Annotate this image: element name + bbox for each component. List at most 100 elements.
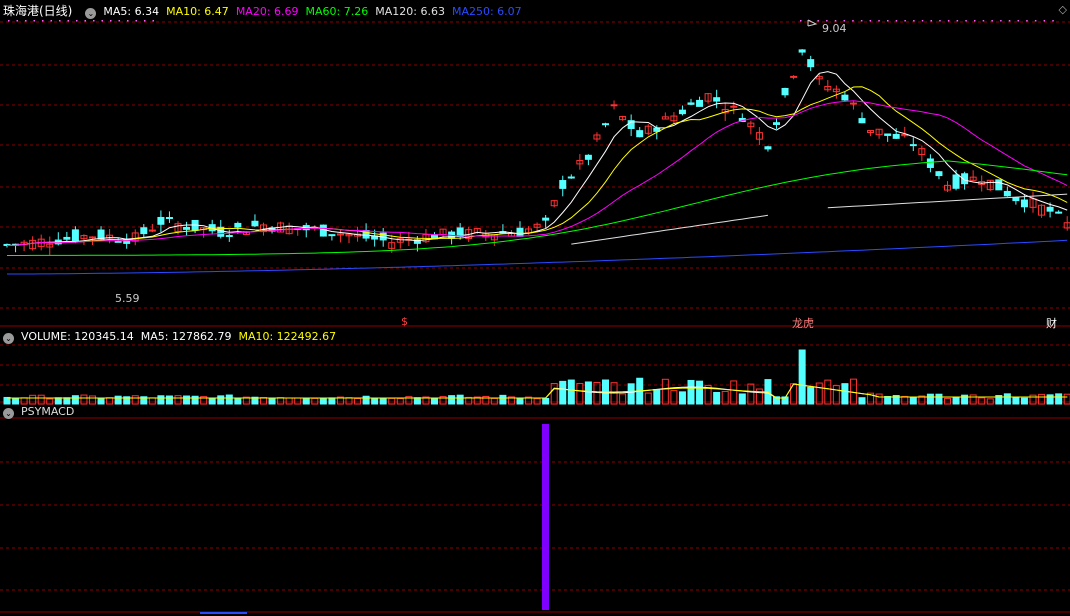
volume-bar (901, 395, 909, 405)
volume-bar (157, 395, 165, 405)
ma5-line (6, 71, 1068, 246)
low-price-label: 5.59 (115, 292, 140, 305)
volume-bar (832, 385, 840, 405)
ma5-label: MA5: 6.34 (103, 5, 160, 18)
signal-dot (42, 20, 44, 22)
volume-bar (944, 397, 951, 405)
signal-dot (991, 20, 993, 22)
volume-bar (29, 394, 37, 405)
candle-body (841, 94, 849, 101)
volume-bar (165, 395, 173, 405)
candle-body (1020, 199, 1028, 208)
signal-dot (878, 20, 880, 22)
volume-bar (106, 397, 114, 405)
volume-bar (678, 391, 686, 405)
volume-bar (986, 398, 994, 405)
signal-dot (1034, 20, 1037, 22)
signal-dot (25, 20, 27, 22)
volume-bar (1055, 393, 1063, 405)
volume-bar (148, 397, 156, 405)
volume-bar (935, 393, 943, 405)
signal-dot (76, 20, 78, 22)
volume-bar (431, 398, 438, 405)
volume-bar (696, 380, 704, 405)
signal-dot (1008, 20, 1011, 22)
signal-dot (921, 20, 924, 22)
signal-dot (817, 20, 819, 22)
main-header: 珠海港(日线) ⌄ MA5: 6.34 MA10: 6.47 MA20: 6.69 MA6… (0, 3, 529, 19)
volume-bar (815, 382, 823, 405)
volume-bar (550, 383, 558, 405)
candle-body (798, 49, 806, 53)
indicator-settings-icon[interactable]: ⌄ (85, 8, 97, 19)
candle-body (790, 75, 798, 78)
candle-body (730, 105, 738, 108)
candle-body (183, 226, 191, 230)
signal-dot (947, 20, 950, 22)
diamond-icon[interactable]: ◇ (1059, 3, 1067, 16)
volume-bar (319, 397, 327, 405)
volume-ma10-label: MA10: 122492.67 (238, 330, 337, 343)
event-marker-1[interactable]: $ (401, 315, 408, 328)
candle-body (63, 236, 71, 240)
volume-bar (713, 391, 721, 405)
volume-bar (687, 379, 695, 405)
ma250-line (7, 239, 1068, 275)
volume-bar (208, 398, 216, 405)
candle-body (516, 227, 524, 237)
candle-body (71, 229, 79, 242)
signal-dot (1000, 20, 1002, 22)
candle-body (892, 133, 900, 139)
signal-dot (110, 20, 112, 22)
volume-bar (285, 397, 293, 405)
volume-bar (89, 395, 96, 405)
volume-bar (884, 395, 892, 405)
candle-body (157, 216, 165, 225)
ma10-label: MA10: 6.47 (166, 5, 229, 18)
volume-bar (456, 394, 464, 405)
volume-bar (174, 395, 182, 405)
candle-body (678, 109, 686, 115)
volume-bar (627, 383, 635, 405)
signal-dot (1052, 20, 1054, 22)
signal-dot (8, 20, 10, 22)
volume-bar (371, 397, 379, 405)
psy-settings-icon[interactable]: ⌄ (3, 408, 14, 419)
signal-dot (144, 20, 146, 22)
volume-bar (1063, 393, 1070, 405)
signal-dot (982, 20, 985, 22)
ma250-label: MA250: 6.07 (451, 5, 522, 18)
event-marker-finance[interactable]: 财 (1046, 315, 1057, 331)
candle-body (926, 158, 934, 168)
signal-dot (135, 20, 137, 22)
candle-body (952, 174, 960, 189)
volume-bar (234, 398, 242, 405)
volume-bar (542, 398, 550, 405)
signal-dot (127, 20, 129, 22)
ma10-line (6, 86, 1068, 246)
signal-dot (16, 20, 18, 22)
signal-dot (33, 20, 35, 22)
ma20-label: MA20: 6.69 (235, 5, 299, 18)
signal-dot (965, 20, 967, 22)
signal-dot (67, 20, 69, 22)
candle-body (687, 102, 695, 105)
volume-bar (909, 397, 917, 405)
candle-body (328, 234, 336, 237)
volume-bar (354, 398, 362, 405)
signal-dot (800, 20, 802, 22)
candle-body (89, 236, 96, 239)
ma120-label: MA120: 6.63 (375, 5, 445, 18)
volume-bar (584, 381, 592, 405)
volume-bar (114, 395, 122, 405)
kline-chart-canvas[interactable] (0, 0, 1070, 616)
event-marker-lhb[interactable]: 龙虎 (792, 315, 814, 331)
stock-title: 珠海港(日线) (3, 4, 73, 18)
signal-dot (84, 20, 86, 22)
candle-body (909, 144, 917, 147)
volume-settings-icon[interactable]: ⌄ (3, 333, 14, 344)
signal-dot (913, 20, 915, 22)
volume-bar (1046, 394, 1054, 405)
volume-bar (311, 397, 319, 405)
volume-bar (661, 378, 669, 405)
